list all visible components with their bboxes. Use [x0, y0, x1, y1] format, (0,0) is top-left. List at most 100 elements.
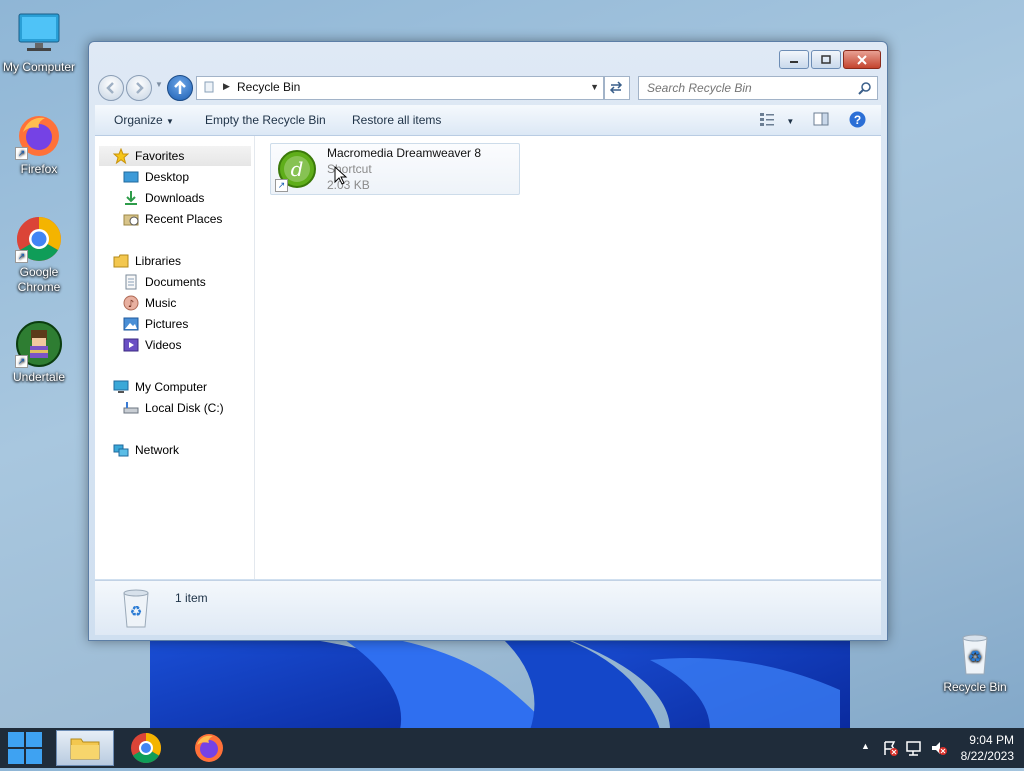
breadcrumb-location[interactable]: Recycle Bin	[237, 80, 300, 94]
recycle-bin-large-icon: ♻	[119, 587, 153, 634]
nav-recent-places-label: Recent Places	[145, 212, 223, 226]
desktop-icon-label: Undertale	[12, 370, 66, 384]
view-list-icon	[760, 113, 774, 126]
minimize-button[interactable]	[779, 50, 809, 69]
nav-documents-label: Documents	[145, 275, 206, 289]
shortcut-arrow-icon: ↗	[15, 355, 28, 368]
desktop-icon-undertale[interactable]: ↗ Undertale	[1, 320, 77, 384]
view-dropdown-icon: ▼	[786, 117, 795, 126]
chrome-icon: ↗	[15, 215, 63, 263]
help-button[interactable]: ?	[849, 111, 866, 131]
network-icon	[113, 444, 129, 457]
nav-favorites-label: Favorites	[135, 149, 185, 163]
shortcut-arrow-icon: ↗	[15, 147, 28, 160]
organize-dropdown-icon: ▼	[166, 117, 174, 126]
mouse-cursor-icon	[334, 165, 348, 191]
nav-recent-places[interactable]: Recent Places	[123, 209, 222, 229]
recent-places-icon	[123, 214, 139, 226]
address-dropdown-icon[interactable]: ▼	[590, 82, 599, 92]
file-item[interactable]: d ↗ Macromedia Dreamweaver 8 Shortcut 2.…	[270, 143, 520, 195]
nav-local-disk[interactable]: Local Disk (C:)	[123, 398, 224, 418]
breadcrumb-chevron-icon[interactable]: ▶	[223, 81, 230, 92]
monitor-icon	[15, 10, 63, 58]
history-dropdown-icon[interactable]: ▼	[155, 80, 163, 89]
videos-icon	[123, 338, 139, 352]
nav-network-label: Network	[135, 443, 180, 457]
action-center-icon[interactable]	[882, 740, 898, 761]
nav-videos[interactable]: Videos	[123, 335, 181, 355]
taskbar-explorer-button[interactable]	[56, 730, 114, 766]
nav-pictures-label: Pictures	[145, 317, 189, 331]
forward-arrow-icon	[136, 82, 144, 94]
nav-favorites[interactable]: Favorites	[99, 146, 251, 166]
caption-buttons	[779, 50, 881, 69]
details-pane: ♻ 1 item	[95, 580, 881, 635]
nav-downloads-label: Downloads	[145, 191, 205, 205]
svg-text:♪: ♪	[128, 299, 134, 310]
nav-desktop[interactable]: Desktop	[123, 167, 189, 187]
desktop-icon-recycle-bin[interactable]: ♻ Recycle Bin	[937, 630, 1013, 694]
refresh-icon	[609, 81, 623, 94]
start-button[interactable]	[6, 730, 44, 766]
desktop-icon-label: Google Chrome	[17, 265, 61, 294]
clock-date: 8/22/2023	[960, 749, 1014, 763]
shortcut-arrow-icon: ↗	[275, 179, 288, 192]
show-hidden-icons-icon[interactable]: ▲	[861, 741, 870, 751]
clock-time: 9:04 PM	[969, 733, 1014, 747]
network-tray-icon[interactable]	[905, 740, 923, 761]
item-count: 1 item	[175, 591, 208, 605]
svg-text:♻: ♻	[130, 604, 143, 620]
firefox-icon	[195, 734, 223, 762]
search-input[interactable]	[645, 80, 849, 96]
refresh-button[interactable]	[604, 76, 630, 100]
nav-downloads[interactable]: Downloads	[123, 188, 204, 208]
desktop-icon-label: Firefox	[20, 162, 58, 176]
nav-pictures[interactable]: Pictures	[123, 314, 188, 334]
search-box[interactable]	[638, 76, 878, 100]
explorer-window: ▼ ▶ Recycle Bin ▼ Organize ▼ Empty the R…	[88, 41, 888, 641]
preview-pane-icon	[813, 112, 829, 126]
svg-text:d: d	[291, 157, 304, 181]
desktop-folder-icon	[123, 171, 139, 183]
command-bar: Organize ▼ Empty the Recycle Bin Restore…	[95, 105, 881, 136]
address-bar[interactable]: ▶ Recycle Bin ▼	[196, 76, 604, 100]
nav-libraries-label: Libraries	[135, 254, 182, 268]
chrome-icon	[131, 733, 162, 764]
view-options-button[interactable]: ▼	[759, 111, 794, 130]
svg-text:♻: ♻	[968, 647, 982, 666]
search-icon[interactable]	[858, 81, 872, 95]
download-arrow-icon	[125, 191, 137, 205]
dreamweaver-icon: d ↗	[275, 149, 317, 192]
taskbar-firefox-button[interactable]	[193, 732, 225, 769]
organize-button[interactable]: Organize ▼	[114, 113, 174, 127]
shortcut-arrow-icon: ↗	[15, 250, 28, 263]
libraries-folder-icon	[113, 254, 129, 268]
desktop-icon-chrome[interactable]: ↗ Google Chrome	[1, 215, 77, 295]
nav-music[interactable]: ♪ Music	[123, 293, 176, 313]
minimize-icon	[790, 60, 798, 63]
desktop-icon-firefox[interactable]: ↗ Firefox	[1, 112, 77, 176]
nav-desktop-label: Desktop	[145, 170, 190, 184]
back-arrow-icon	[106, 82, 114, 94]
taskbar-chrome-button[interactable]	[130, 732, 162, 769]
nav-my-computer[interactable]: My Computer	[113, 377, 207, 397]
computer-icon	[113, 380, 129, 393]
preview-pane-button[interactable]	[813, 112, 829, 129]
back-button[interactable]	[98, 75, 124, 101]
desktop-icon-my-computer[interactable]: My Computer	[1, 10, 77, 74]
up-button[interactable]	[167, 75, 193, 101]
restore-all-button[interactable]: Restore all items	[352, 113, 441, 127]
music-icon: ♪	[123, 295, 139, 311]
nav-libraries[interactable]: Libraries	[113, 251, 181, 271]
close-button[interactable]	[843, 50, 881, 69]
maximize-button[interactable]	[811, 50, 841, 69]
nav-network[interactable]: Network	[113, 440, 179, 460]
clock[interactable]: 9:04 PM 8/22/2023	[961, 732, 1014, 764]
nav-my-computer-label: My Computer	[135, 380, 208, 394]
volume-muted-icon[interactable]	[930, 740, 948, 761]
nav-documents[interactable]: Documents	[123, 272, 206, 292]
pictures-icon	[123, 317, 139, 331]
organize-label: Organize	[114, 113, 163, 127]
empty-recycle-bin-button[interactable]: Empty the Recycle Bin	[205, 113, 326, 127]
forward-button[interactable]	[126, 75, 152, 101]
